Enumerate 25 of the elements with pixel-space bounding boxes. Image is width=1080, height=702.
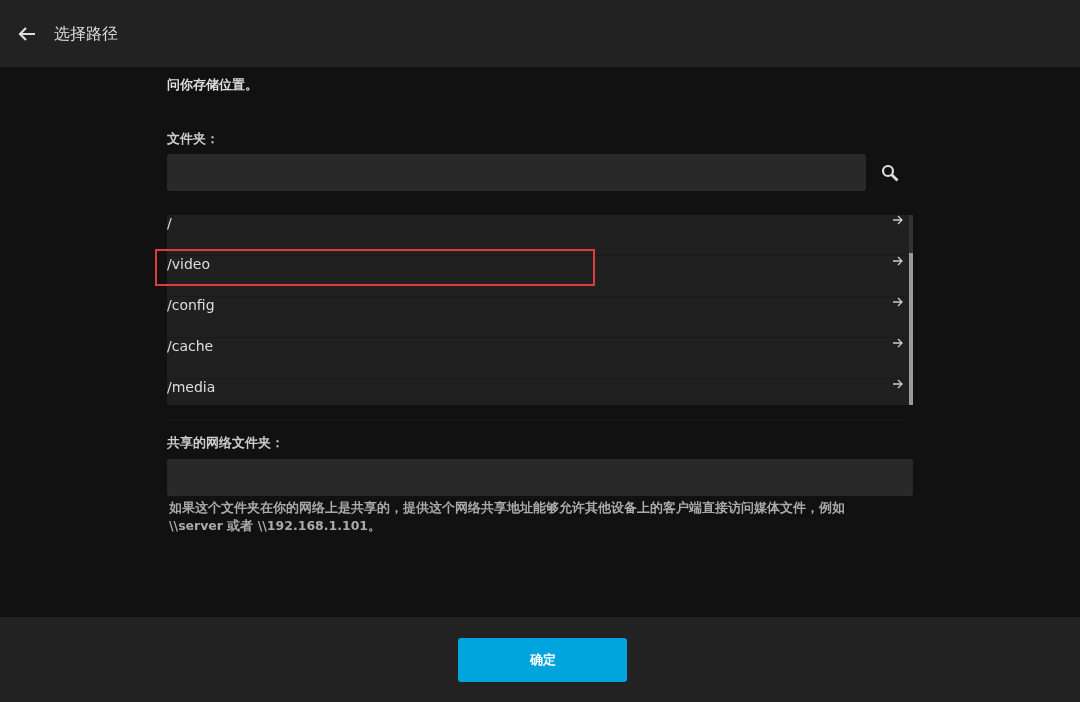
back-icon[interactable] [18, 25, 36, 42]
network-folder-field[interactable] [167, 458, 913, 496]
directory-path: /cache [167, 337, 214, 356]
arrow-icon[interactable] [893, 338, 903, 348]
scrollbar-thumb[interactable] [909, 253, 913, 405]
directory-path: /video [167, 255, 210, 274]
directory-item[interactable]: /media [167, 379, 907, 420]
directory-path: /media [167, 378, 216, 397]
arrow-icon[interactable] [893, 256, 903, 266]
folder-field[interactable] [167, 154, 866, 191]
directory-path: /config [167, 296, 215, 315]
network-folder-label: 共享的网络文件夹： [167, 434, 285, 452]
arrow-icon[interactable] [893, 379, 903, 389]
directory-item[interactable]: /config [167, 297, 907, 338]
directory-item[interactable]: /cache [167, 338, 907, 379]
folder-label: 文件夹： [167, 129, 220, 148]
arrow-icon[interactable] [893, 297, 903, 307]
description-text: 问你存储位置。 [167, 76, 259, 94]
search-icon[interactable] [881, 163, 899, 182]
directory-path: / [167, 214, 172, 233]
help-text: 如果这个文件夹在你的网络上是共享的，提供这个网络共享地址能够允许其他设备上的客户端直接访问媒体文件，例如 \\server 或者 \\192.168.1.101。 [168, 498, 846, 535]
page-title: 选择路径 [54, 22, 118, 45]
directory-item[interactable]: /video [167, 256, 907, 297]
directory-item[interactable]: / [167, 215, 907, 256]
arrow-icon[interactable] [893, 215, 903, 225]
